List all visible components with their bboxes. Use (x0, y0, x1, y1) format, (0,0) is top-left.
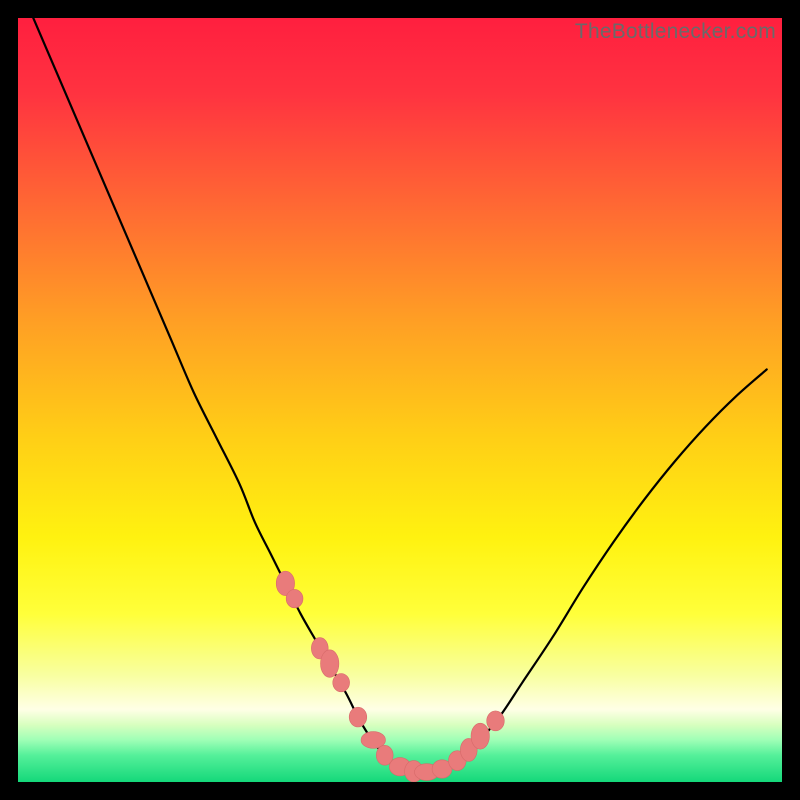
chart-frame: TheBottlenecker.com (18, 18, 782, 782)
curve-marker (471, 723, 489, 749)
gradient-background (18, 18, 782, 782)
watermark-text: TheBottlenecker.com (575, 20, 776, 44)
curve-marker (321, 650, 339, 678)
bottleneck-chart (18, 18, 782, 782)
curve-marker (349, 707, 367, 727)
curve-marker (487, 711, 505, 731)
curve-marker (333, 674, 350, 692)
curve-marker (286, 589, 303, 607)
